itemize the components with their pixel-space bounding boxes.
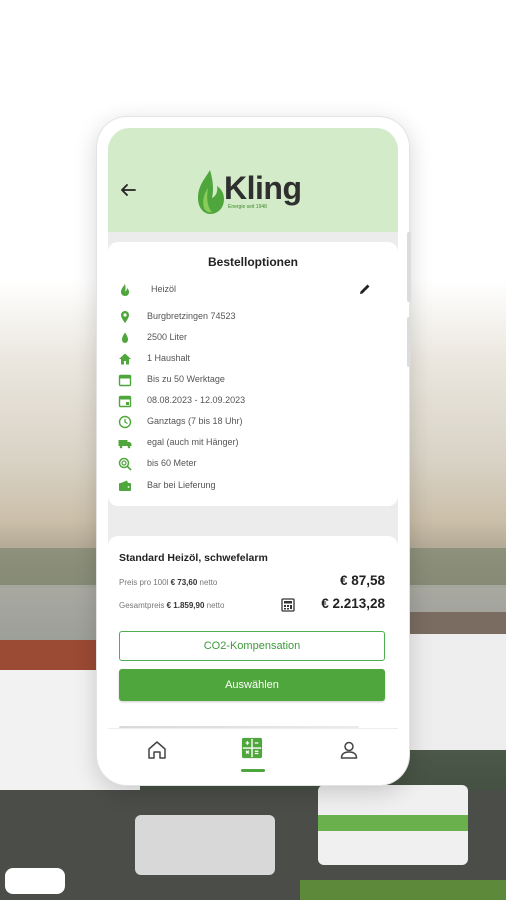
option-time-window-text: Ganztags (7 bis 18 Uhr) [147,416,243,426]
calculator-icon[interactable] [281,598,295,612]
flame-icon [121,284,129,296]
product-offer-card: Standard Heizöl, schwefelarm Preis pro 1… [108,536,398,736]
option-date-range: 08.08.2023 - 12.09.2023 [118,393,358,411]
order-options-title: Bestelloptionen [207,255,298,269]
select-button[interactable]: Auswählen [119,669,385,701]
brand-tagline: Energie seit 1948 [228,204,267,210]
option-fuel-type-text: Heizöl [151,284,177,294]
total-price-net: € 1.859,90 [166,601,205,610]
co2-compensation-button[interactable]: CO2-Kompensation [119,631,385,661]
back-arrow-icon[interactable] [118,180,138,200]
option-quantity-text: 2500 Liter [147,332,188,342]
option-fuel-type: Heizöl [118,282,358,300]
option-delivery-time-text: Bis zu 50 Werktage [147,374,225,384]
calculator-icon[interactable] [241,737,263,759]
unit-price-row: Preis pro 100l € 73,60 netto € 87,58 [119,573,385,593]
brand-logo: Kling Energie seit 1948 [194,168,314,218]
unit-price-label: Preis pro 100l € 73,60 netto [119,578,218,587]
option-hose-length: bis 60 Meter [118,456,358,474]
house-icon [119,353,131,365]
app-screen: Kling Energie seit 1948 Bestelloptionen … [108,128,398,774]
unit-price-gross: € 87,58 [339,573,385,588]
bottom-navigation [108,728,398,774]
option-hose-length-text: bis 60 Meter [147,458,197,468]
unit-price-net: € 73,60 [170,578,198,587]
option-households: 1 Haushalt [118,351,358,369]
option-address-text: Burgbretzingen 74523 [147,311,236,321]
total-price-gross: € 2.213,28 [321,596,385,611]
location-pin-icon [121,311,129,323]
hose-icon [118,457,132,471]
calendar-icon [118,374,132,387]
clock-icon [118,415,132,429]
option-payment-text: Bar bei Lieferung [147,480,216,490]
option-time-window: Ganztags (7 bis 18 Uhr) [118,414,358,432]
wallet-icon [119,480,131,491]
option-truck-type-text: egal (auch mit Hänger) [147,437,239,447]
user-icon[interactable] [338,739,360,761]
brand-name: Kling [224,170,302,206]
drop-icon [122,332,128,343]
phone-frame: Kling Energie seit 1948 Bestelloptionen … [97,117,411,785]
home-icon[interactable] [146,739,168,761]
active-tab-indicator [241,769,265,772]
total-price-row: Gesamtpreis € 1.859,90 netto € 2.213,28 [119,596,385,616]
option-date-range-text: 08.08.2023 - 12.09.2023 [147,395,246,405]
option-quantity: 2500 Liter [118,330,358,348]
option-households-text: 1 Haushalt [147,353,191,363]
order-options-card: Bestelloptionen Heizöl Burgbretzingen 74… [108,242,398,506]
product-title: Standard Heizöl, schwefelarm [119,552,268,564]
option-truck-type: egal (auch mit Hänger) [118,435,358,453]
option-delivery-time: Bis zu 50 Werktage [118,372,358,390]
pencil-icon[interactable] [358,282,372,296]
app-header: Kling Energie seit 1948 [108,128,398,232]
option-address: Burgbretzingen 74523 [118,309,358,327]
option-payment: Bar bei Lieferung [118,478,358,496]
truck-icon [118,440,132,449]
total-price-label: Gesamtpreis € 1.859,90 netto [119,601,225,610]
calendar-event-icon [118,395,132,408]
